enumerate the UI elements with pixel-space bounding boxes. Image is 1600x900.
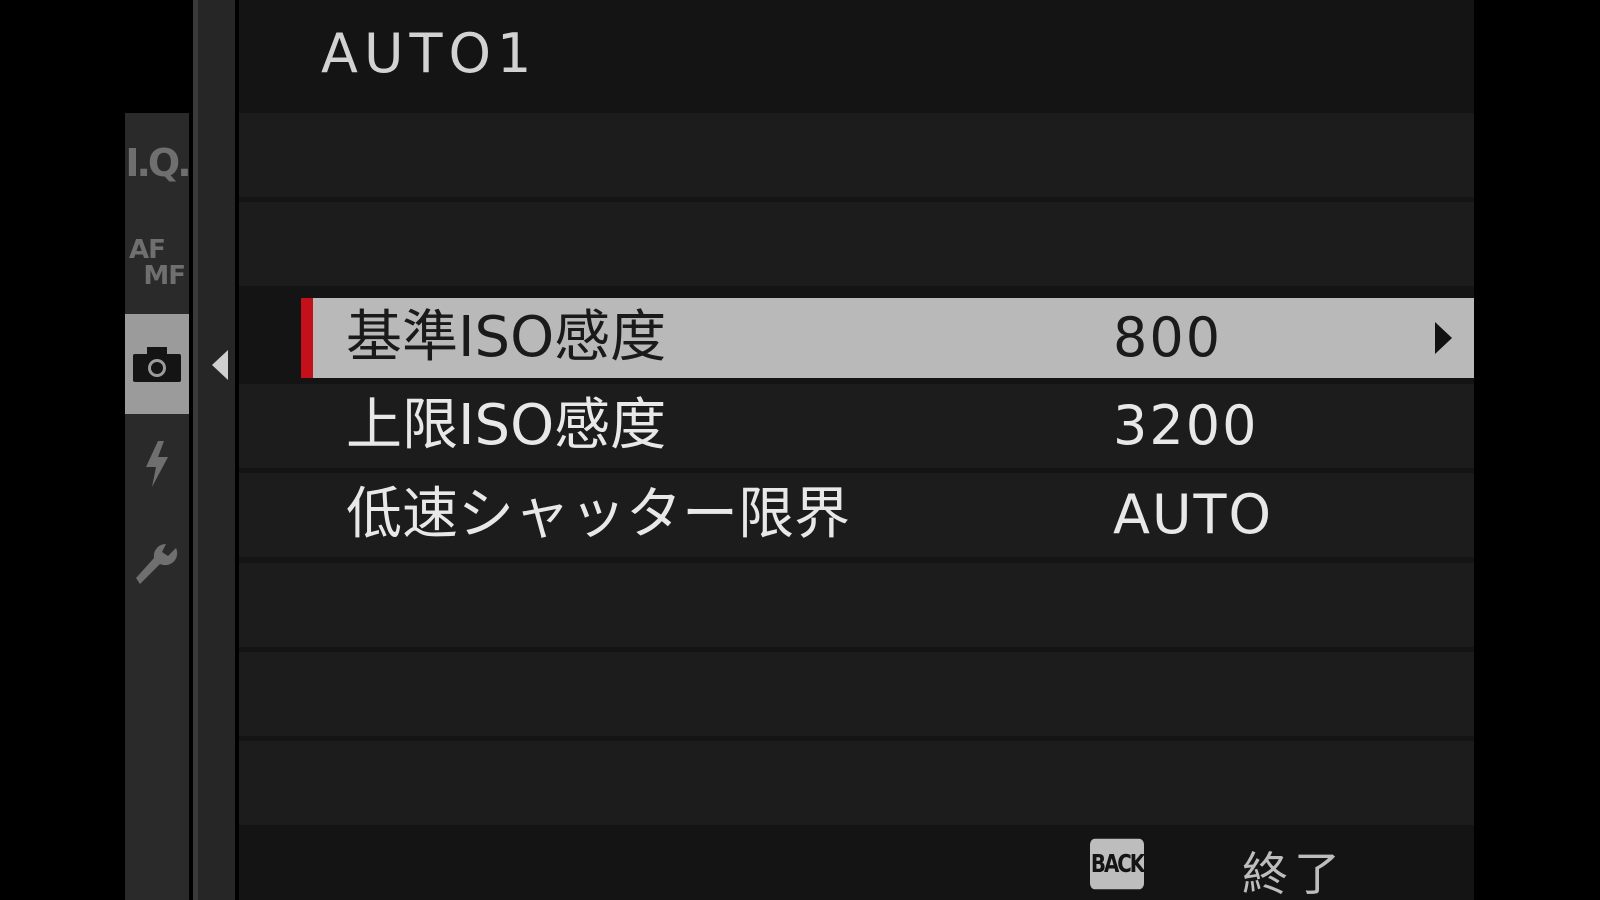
menu-row-empty bbox=[239, 652, 1474, 736]
page-title: AUTO1 bbox=[321, 22, 538, 85]
wrench-icon bbox=[136, 543, 178, 584]
menu-footer: BACK 終了 bbox=[239, 830, 1474, 900]
flash-icon bbox=[146, 441, 168, 487]
back-button[interactable]: BACK bbox=[1090, 838, 1145, 890]
tab-setup[interactable] bbox=[125, 513, 189, 613]
af-mf-icon-top: AF bbox=[129, 235, 166, 265]
menu-item-label: 上限ISO感度 bbox=[346, 393, 667, 458]
menu-item-value: 3200 bbox=[1113, 394, 1259, 457]
af-mf-icon-bottom: MF bbox=[143, 261, 186, 291]
menu-item-base-iso[interactable]: 基準ISO感度 800 bbox=[301, 298, 1474, 378]
chevron-left-icon[interactable] bbox=[212, 350, 228, 380]
tab-flash-settings[interactable] bbox=[125, 414, 189, 514]
menu-panel: AUTO1 基準ISO感度 800 上限ISO感度 3200 低速シャッター限界… bbox=[239, 0, 1474, 900]
menu-item-min-shutter-speed[interactable]: 低速シャッター限界 AUTO bbox=[239, 473, 1474, 557]
tab-af-mf[interactable]: AF MF bbox=[125, 213, 189, 313]
camera-icon bbox=[133, 347, 181, 382]
selection-marker bbox=[301, 298, 313, 378]
menu-item-max-iso[interactable]: 上限ISO感度 3200 bbox=[239, 384, 1474, 468]
menu-item-label: 低速シャッター限界 bbox=[346, 482, 850, 547]
camera-menu-screen: I.Q. AF MF AUTO1 基準ISO感度 800 上限ISO感度 320… bbox=[0, 0, 1600, 900]
menu-tab-column: I.Q. AF MF bbox=[125, 113, 192, 900]
menu-row-empty bbox=[239, 741, 1474, 825]
menu-divider bbox=[193, 0, 235, 900]
menu-item-value: 800 bbox=[1113, 306, 1223, 369]
menu-item-label: 基準ISO感度 bbox=[346, 305, 667, 370]
image-quality-icon: I.Q. bbox=[125, 141, 191, 185]
tab-image-quality[interactable]: I.Q. bbox=[125, 113, 191, 213]
menu-row-empty bbox=[239, 563, 1474, 647]
menu-row-empty bbox=[239, 202, 1474, 286]
menu-item-value: AUTO bbox=[1113, 483, 1273, 546]
back-action-label: 終了 bbox=[1242, 847, 1346, 900]
tab-shooting-settings[interactable] bbox=[125, 314, 189, 414]
menu-row-empty bbox=[239, 113, 1474, 197]
chevron-right-icon bbox=[1435, 322, 1452, 354]
